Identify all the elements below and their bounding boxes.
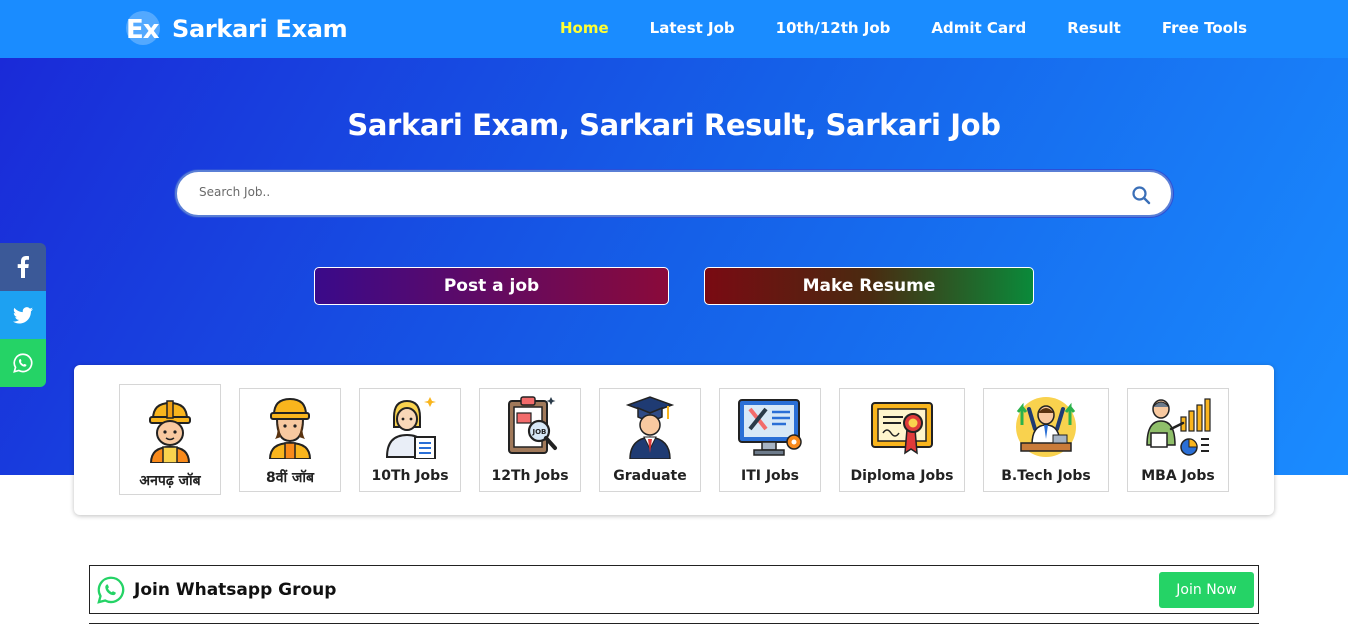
whatsapp-group-text: Join Whatsapp Group	[134, 580, 337, 600]
category-label: 10Th Jobs	[371, 468, 449, 484]
category-label: अनपढ़ जॉब	[139, 473, 201, 489]
btech-celebration-icon	[1016, 397, 1076, 457]
whatsapp-icon	[97, 576, 125, 604]
logo-mark-icon: Ex	[124, 9, 164, 49]
post-job-button[interactable]: Post a job	[314, 267, 669, 305]
job-category-panel: अनपढ़ जॉब 8वीं जॉब 10Th Jobs JOB 12Th Jo…	[74, 365, 1274, 515]
category-label: MBA Jobs	[1141, 468, 1215, 484]
search-box	[175, 170, 1173, 217]
top-navbar: Ex Sarkari Exam Home Latest Job 10th/12t…	[0, 0, 1348, 58]
iti-tools-monitor-icon	[738, 399, 802, 456]
main-nav: Home Latest Job 10th/12th Job Admit Card…	[560, 19, 1288, 37]
category-label: ITI Jobs	[740, 468, 800, 484]
category-mba-jobs[interactable]: MBA Jobs	[1127, 388, 1229, 492]
category-iti-jobs[interactable]: ITI Jobs	[719, 388, 821, 492]
nav-item-result[interactable]: Result	[1067, 19, 1121, 37]
nav-item-free-tools[interactable]: Free Tools	[1162, 19, 1247, 37]
facebook-share-button[interactable]	[0, 243, 46, 291]
category-8th-jobs[interactable]: 8वीं जॉब	[239, 388, 341, 492]
facebook-icon	[17, 256, 29, 278]
search-input[interactable]	[199, 185, 1099, 199]
category-label: Diploma Jobs	[850, 468, 954, 484]
search-icon[interactable]	[1131, 185, 1151, 205]
category-10th-jobs[interactable]: 10Th Jobs	[359, 388, 461, 492]
hero-title: Sarkari Exam, Sarkari Result, Sarkari Jo…	[347, 108, 1001, 142]
worker-helmet-icon	[149, 400, 191, 463]
twitter-icon	[13, 306, 33, 323]
nav-item-admit-card[interactable]: Admit Card	[931, 19, 1026, 37]
whatsapp-group-bar: Join Whatsapp Group Join Now	[89, 565, 1259, 614]
nav-item-latest-job[interactable]: Latest Job	[650, 19, 735, 37]
category-graduate-jobs[interactable]: Graduate	[599, 388, 701, 492]
site-logo[interactable]: Ex Sarkari Exam	[124, 9, 348, 49]
category-label: 8वीं जॉब	[265, 470, 315, 486]
graduate-cap-icon	[625, 396, 675, 459]
engineer-worker-icon	[268, 397, 312, 459]
category-illiterate-jobs[interactable]: अनपढ़ जॉब	[119, 384, 221, 495]
whatsapp-share-button[interactable]	[0, 339, 46, 387]
category-diploma-jobs[interactable]: Diploma Jobs	[839, 388, 965, 492]
diploma-certificate-icon	[871, 402, 933, 455]
category-12th-jobs[interactable]: JOB 12Th Jobs	[479, 388, 581, 492]
office-woman-icon	[385, 397, 436, 459]
twitter-share-button[interactable]	[0, 291, 46, 339]
nav-item-10th-12th-job[interactable]: 10th/12th Job	[776, 19, 891, 37]
category-btech-jobs[interactable]: B.Tech Jobs	[983, 388, 1109, 492]
nav-item-home[interactable]: Home	[560, 19, 609, 37]
make-resume-button[interactable]: Make Resume	[704, 267, 1034, 305]
site-name: Sarkari Exam	[172, 15, 348, 43]
join-now-button[interactable]: Join Now	[1159, 572, 1254, 608]
category-label: Graduate	[613, 468, 687, 484]
whatsapp-icon	[13, 353, 33, 373]
category-label: B.Tech Jobs	[1001, 468, 1091, 484]
job-clipboard-icon: JOB	[508, 396, 557, 454]
mba-presentation-icon	[1146, 398, 1211, 456]
category-label: 12Th Jobs	[491, 468, 569, 484]
svg-text:JOB: JOB	[532, 428, 547, 436]
